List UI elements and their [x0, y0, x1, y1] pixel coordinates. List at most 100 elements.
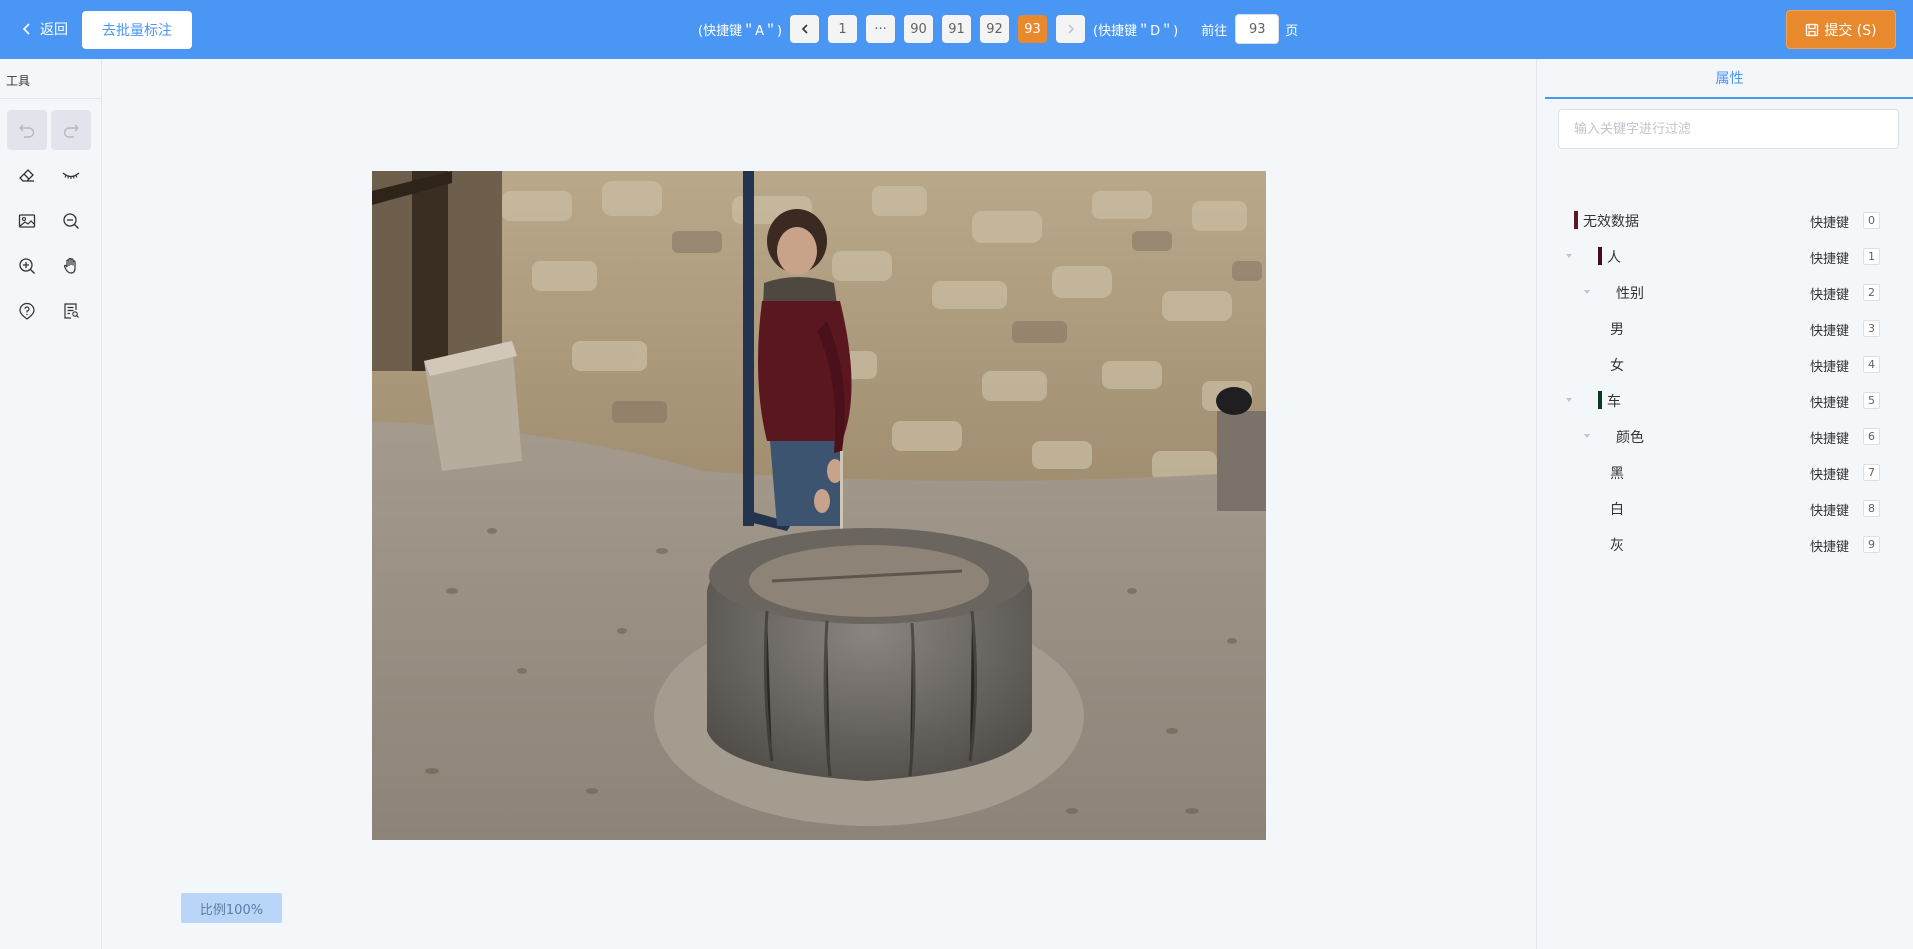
back-button[interactable]: 返回 [20, 17, 68, 41]
notes-icon [64, 303, 79, 319]
shortcut-key-badge: 1 [1863, 248, 1880, 265]
notes-button[interactable] [51, 291, 91, 331]
zoom-scale-badge: 比例100% [181, 893, 282, 923]
shortcut-key-badge: 8 [1863, 500, 1880, 517]
attribute-item[interactable]: 灰 快捷键 9 [1537, 529, 1913, 559]
attribute-panel: 属性 无效数据快捷键0人快捷键1性别快捷键2男快捷键3女快捷键4车快捷键5颜色快… [1536, 59, 1913, 949]
photo-well-woman [372, 171, 1266, 840]
attribute-item[interactable]: 性别 快捷键 2 [1537, 277, 1913, 307]
next-page-button[interactable] [1056, 15, 1086, 43]
redo-button[interactable] [51, 110, 91, 150]
shortcut-key-badge: 9 [1863, 536, 1880, 553]
caret-down-icon[interactable] [1582, 431, 1592, 441]
goto-page-input[interactable] [1235, 14, 1280, 44]
page-93-current[interactable]: 93 [1018, 15, 1048, 43]
undo-icon [19, 124, 35, 138]
attribute-item[interactable]: 颜色 快捷键 6 [1537, 421, 1913, 451]
attribute-label: 人 [1607, 250, 1621, 266]
shortcut-key-badge: 3 [1863, 320, 1880, 337]
chevron-left-icon [801, 24, 808, 34]
shortcut-label: 快捷键 [1810, 252, 1850, 267]
color-swatch [1574, 211, 1578, 229]
shortcut-label: 快捷键 [1810, 288, 1850, 303]
goto-label: 前往 [1201, 23, 1228, 39]
chevron-right-icon [1067, 24, 1074, 34]
page-ellipsis[interactable]: ··· [866, 15, 896, 43]
page-1[interactable]: 1 [828, 15, 858, 43]
back-label: 返回 [40, 22, 68, 38]
prev-page-button[interactable] [790, 15, 820, 43]
shortcut-label: 快捷键 [1810, 540, 1850, 555]
help-icon [19, 302, 35, 320]
redo-icon [63, 124, 79, 138]
zoom-in-icon [19, 258, 35, 274]
eye-closed-icon [62, 172, 80, 179]
shortcut-key-badge: 5 [1863, 392, 1880, 409]
submit-label: 提交 (S) [1824, 22, 1877, 39]
help-button[interactable] [7, 291, 47, 331]
shortcut-key-badge: 7 [1863, 464, 1880, 481]
tool-panel: 工具 [0, 59, 102, 949]
divider [0, 98, 101, 99]
shortcut-label: 快捷键 [1810, 504, 1850, 519]
color-swatch [1598, 247, 1602, 265]
chevron-left-icon [22, 23, 30, 35]
shortcut-label: 快捷键 [1810, 216, 1850, 231]
attribute-item[interactable]: 白 快捷键 8 [1537, 493, 1913, 523]
hand-icon [63, 257, 76, 274]
save-icon [1806, 23, 1819, 36]
hide-button[interactable] [51, 155, 91, 195]
attribute-label: 白 [1610, 502, 1624, 518]
undo-button[interactable] [7, 110, 47, 150]
goto-suffix: 页 [1285, 23, 1299, 39]
attribute-label: 车 [1607, 394, 1621, 410]
attribute-item[interactable]: 女 快捷键 4 [1537, 349, 1913, 379]
batch-annotate-button[interactable]: 去批量标注 [82, 11, 192, 49]
shortcut-key-badge: 0 [1863, 212, 1880, 229]
pagination: (快捷键＂A＂) 1 ··· 90 91 92 93 (快捷键＂D＂) 前往 页 [698, 14, 1299, 44]
attribute-item[interactable]: 车 快捷键 5 [1537, 385, 1913, 415]
caret-down-icon[interactable] [1564, 251, 1574, 261]
attribute-label: 黑 [1610, 466, 1624, 482]
shortcut-label: 快捷键 [1810, 324, 1850, 339]
shortcut-key-badge: 6 [1863, 428, 1880, 445]
attribute-item[interactable]: 人 快捷键 1 [1537, 241, 1913, 271]
shortcut-label: 快捷键 [1810, 432, 1850, 447]
shortcut-label: 快捷键 [1810, 468, 1850, 483]
zoom-out-button[interactable] [51, 201, 91, 241]
zoom-in-button[interactable] [7, 246, 47, 286]
page-92[interactable]: 92 [980, 15, 1010, 43]
attribute-item[interactable]: 男 快捷键 3 [1537, 313, 1913, 343]
prev-shortcut-hint: (快捷键＂A＂) [698, 23, 783, 39]
attribute-item[interactable]: 无效数据 快捷键 0 [1537, 205, 1913, 235]
caret-down-icon[interactable] [1582, 287, 1592, 297]
attribute-label: 性别 [1616, 286, 1644, 302]
page-90[interactable]: 90 [904, 15, 934, 43]
attribute-label: 男 [1610, 322, 1624, 338]
tools-title: 工具 [6, 74, 31, 88]
eraser-button[interactable] [7, 155, 47, 195]
submit-button[interactable]: 提交 (S) [1786, 10, 1896, 49]
tab-attributes[interactable]: 属性 [1545, 59, 1913, 99]
color-swatch [1598, 391, 1602, 409]
attribute-item[interactable]: 黑 快捷键 7 [1537, 457, 1913, 487]
shortcut-key-badge: 2 [1863, 284, 1880, 301]
eraser-icon [19, 169, 34, 182]
pan-button[interactable] [51, 246, 91, 286]
attribute-label: 无效数据 [1583, 214, 1639, 230]
shortcut-label: 快捷键 [1810, 360, 1850, 375]
attribute-label: 女 [1610, 358, 1624, 374]
image-button[interactable] [7, 201, 47, 241]
shortcut-key-badge: 4 [1863, 356, 1880, 373]
zoom-out-icon [63, 213, 79, 229]
annotation-canvas[interactable]: 比例100% [102, 59, 1581, 949]
attribute-filter-input[interactable] [1558, 109, 1899, 149]
annotation-image[interactable] [372, 171, 1266, 840]
caret-down-icon[interactable] [1564, 395, 1574, 405]
attribute-label: 颜色 [1616, 430, 1644, 446]
image-icon [18, 214, 36, 228]
page-91[interactable]: 91 [942, 15, 972, 43]
next-shortcut-hint: (快捷键＂D＂) [1093, 23, 1179, 39]
shortcut-label: 快捷键 [1810, 396, 1850, 411]
attribute-label: 灰 [1610, 538, 1624, 554]
